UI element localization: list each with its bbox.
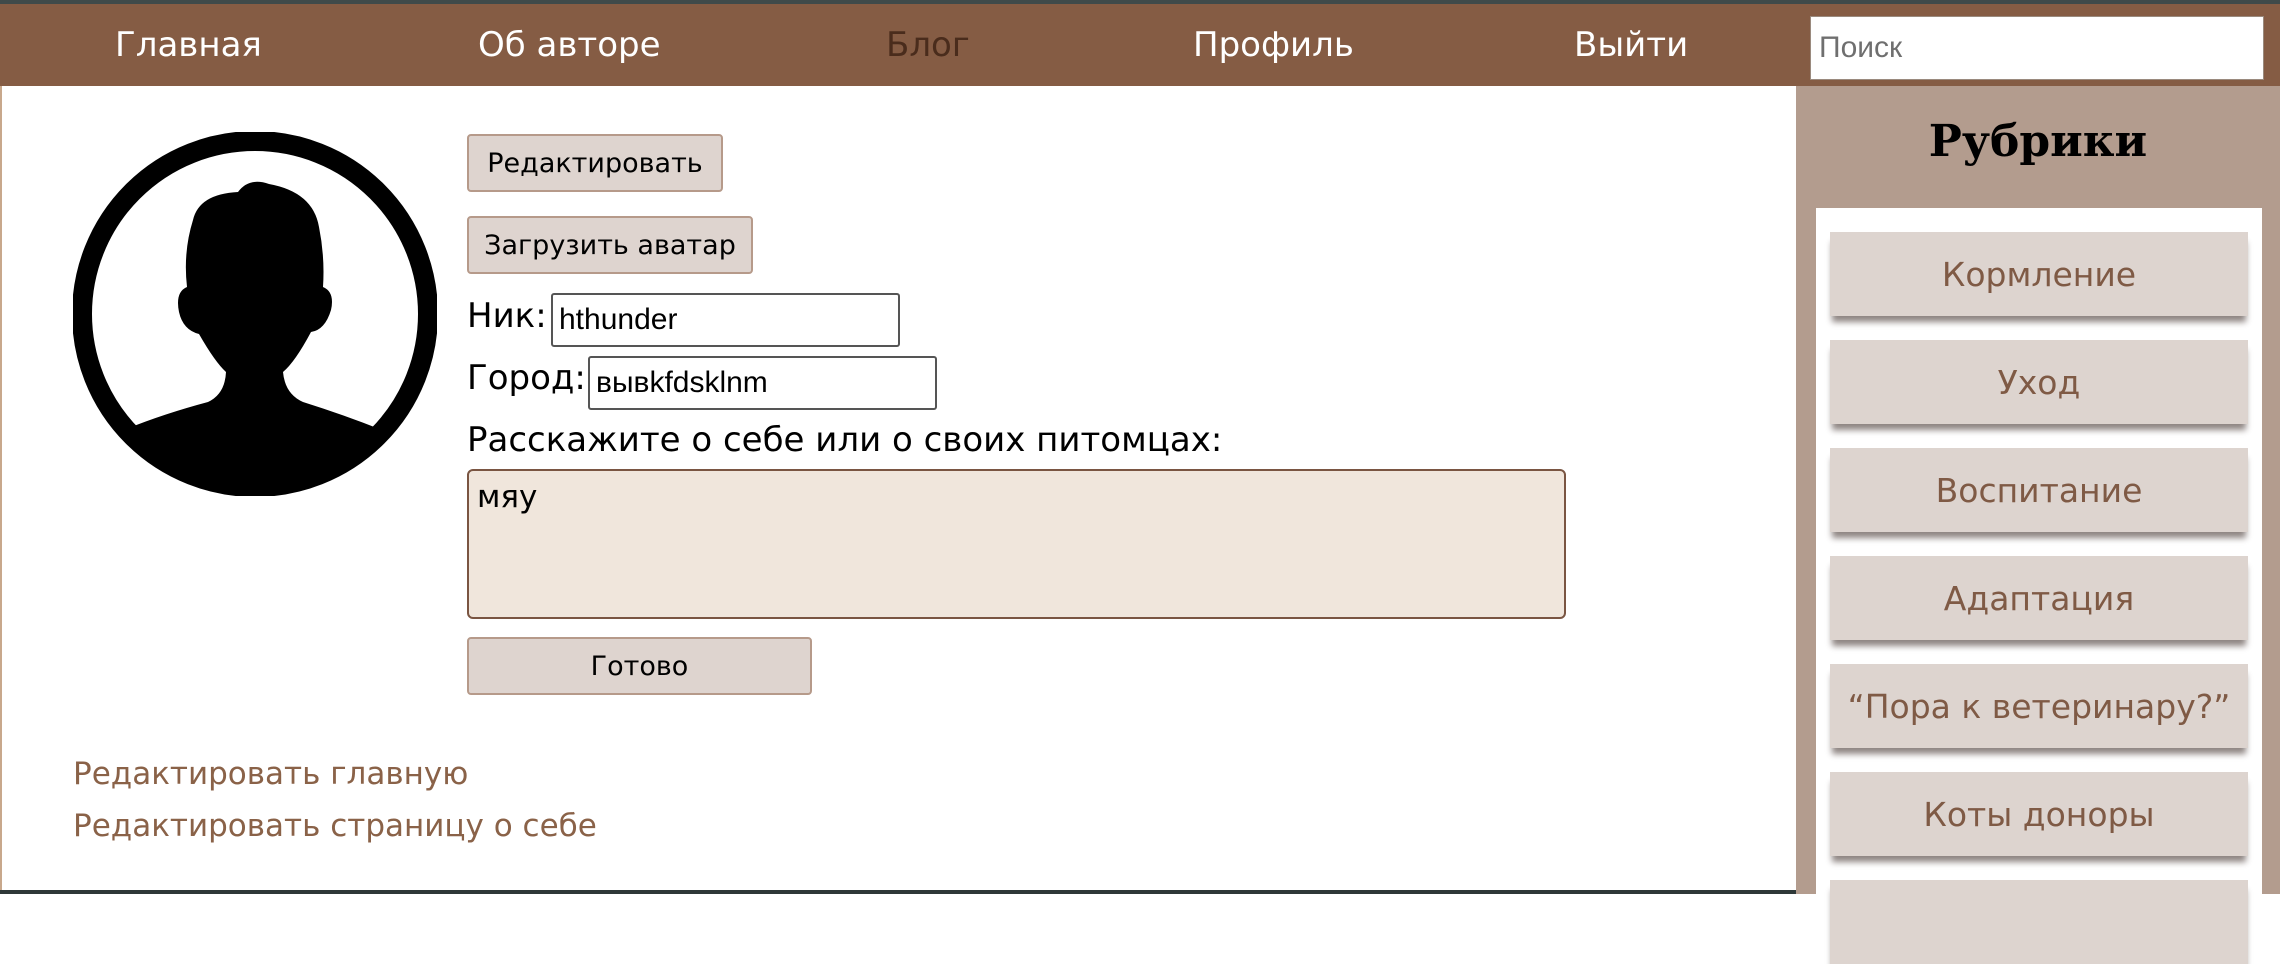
category-vet-time[interactable]: “Пора к ветеринару?”: [1830, 664, 2248, 748]
edit-profile-button[interactable]: Редактировать: [467, 134, 723, 192]
edit-home-link[interactable]: Редактировать главную: [73, 756, 468, 792]
page-bottom-edge: [0, 890, 1796, 894]
city-input[interactable]: [588, 356, 937, 410]
category-adaptation[interactable]: Адаптация: [1830, 556, 2248, 640]
done-button[interactable]: Готово: [467, 637, 812, 695]
top-navigation-bar: Главная Об авторе Блог Профиль Выйти: [0, 4, 2280, 86]
category-donor-cats[interactable]: Коты доноры: [1830, 772, 2248, 856]
city-label: Город:: [467, 358, 586, 398]
category-more[interactable]: [1830, 880, 2248, 964]
categories-list: Кормление Уход Воспитание Адаптация “Пор…: [1816, 208, 2262, 964]
user-silhouette-icon: [72, 131, 438, 497]
page-left-border: [0, 86, 2, 894]
nav-home[interactable]: Главная: [115, 22, 262, 68]
edit-about-page-link[interactable]: Редактировать страницу о себе: [73, 808, 597, 844]
avatar: [72, 131, 438, 497]
nav-about-author[interactable]: Об авторе: [478, 22, 661, 68]
category-care[interactable]: Уход: [1830, 340, 2248, 424]
nick-input[interactable]: [551, 293, 900, 347]
about-textarea[interactable]: мяу: [467, 469, 1566, 619]
about-label: Расскажите о себе или о своих питомцах:: [467, 420, 1223, 460]
category-feeding[interactable]: Кормление: [1830, 232, 2248, 316]
nick-label: Ник:: [467, 296, 547, 336]
categories-sidebar: Рубрики Кормление Уход Воспитание Адапта…: [1796, 86, 2280, 964]
upload-avatar-button[interactable]: Загрузить аватар: [467, 216, 753, 274]
search-input[interactable]: [1810, 16, 2264, 80]
nav-logout[interactable]: Выйти: [1574, 22, 1688, 68]
sidebar-title: Рубрики: [1928, 116, 2148, 167]
category-upbringing[interactable]: Воспитание: [1830, 448, 2248, 532]
nav-profile[interactable]: Профиль: [1193, 22, 1354, 68]
nav-blog[interactable]: Блог: [886, 22, 970, 68]
